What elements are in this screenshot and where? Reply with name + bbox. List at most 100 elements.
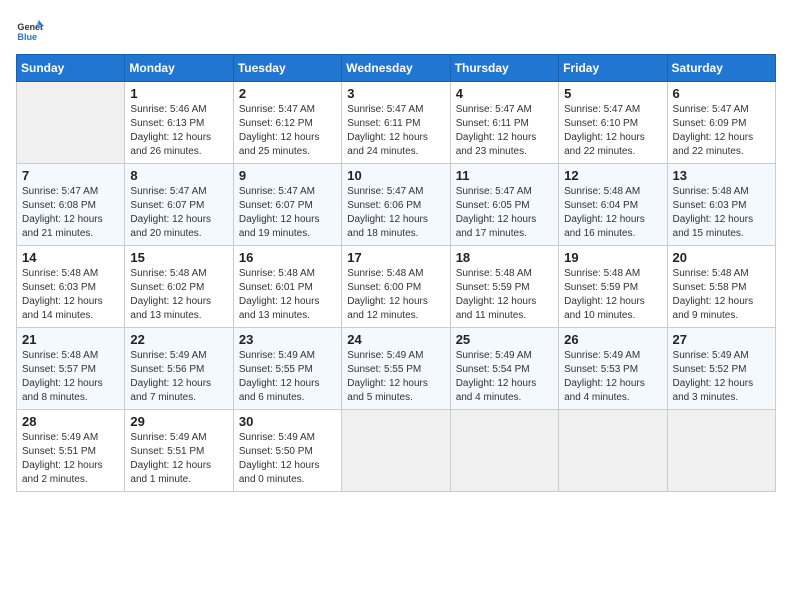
day-number: 18: [456, 250, 553, 265]
day-info: Sunrise: 5:49 AMSunset: 5:54 PMDaylight:…: [456, 349, 553, 405]
day-number: 6: [673, 86, 770, 101]
calendar-cell: 8 Sunrise: 5:47 AMSunset: 6:07 PMDayligh…: [125, 164, 233, 246]
calendar-cell: [559, 410, 667, 492]
day-info: Sunrise: 5:47 AMSunset: 6:05 PMDaylight:…: [456, 185, 553, 241]
day-info: Sunrise: 5:46 AMSunset: 6:13 PMDaylight:…: [130, 103, 227, 159]
calendar-cell: 15 Sunrise: 5:48 AMSunset: 6:02 PMDaylig…: [125, 246, 233, 328]
calendar-cell: 9 Sunrise: 5:47 AMSunset: 6:07 PMDayligh…: [233, 164, 341, 246]
day-info: Sunrise: 5:48 AMSunset: 6:02 PMDaylight:…: [130, 267, 227, 323]
calendar-cell: 13 Sunrise: 5:48 AMSunset: 6:03 PMDaylig…: [667, 164, 775, 246]
calendar-cell: 10 Sunrise: 5:47 AMSunset: 6:06 PMDaylig…: [342, 164, 450, 246]
day-number: 13: [673, 168, 770, 183]
calendar-cell: 2 Sunrise: 5:47 AMSunset: 6:12 PMDayligh…: [233, 82, 341, 164]
calendar-cell: 3 Sunrise: 5:47 AMSunset: 6:11 PMDayligh…: [342, 82, 450, 164]
logo: General Blue: [16, 16, 48, 44]
logo-icon: General Blue: [16, 16, 44, 44]
day-info: Sunrise: 5:49 AMSunset: 5:51 PMDaylight:…: [22, 431, 119, 487]
day-number: 9: [239, 168, 336, 183]
calendar-cell: [17, 82, 125, 164]
day-number: 26: [564, 332, 661, 347]
day-info: Sunrise: 5:49 AMSunset: 5:55 PMDaylight:…: [347, 349, 444, 405]
calendar-cell: 6 Sunrise: 5:47 AMSunset: 6:09 PMDayligh…: [667, 82, 775, 164]
day-info: Sunrise: 5:48 AMSunset: 6:00 PMDaylight:…: [347, 267, 444, 323]
day-number: 10: [347, 168, 444, 183]
day-info: Sunrise: 5:48 AMSunset: 5:57 PMDaylight:…: [22, 349, 119, 405]
calendar-cell: 1 Sunrise: 5:46 AMSunset: 6:13 PMDayligh…: [125, 82, 233, 164]
day-number: 22: [130, 332, 227, 347]
calendar-week-2: 7 Sunrise: 5:47 AMSunset: 6:08 PMDayligh…: [17, 164, 776, 246]
day-number: 17: [347, 250, 444, 265]
calendar-cell: 22 Sunrise: 5:49 AMSunset: 5:56 PMDaylig…: [125, 328, 233, 410]
calendar-cell: [342, 410, 450, 492]
day-number: 8: [130, 168, 227, 183]
calendar-week-5: 28 Sunrise: 5:49 AMSunset: 5:51 PMDaylig…: [17, 410, 776, 492]
day-info: Sunrise: 5:49 AMSunset: 5:50 PMDaylight:…: [239, 431, 336, 487]
weekday-header-sunday: Sunday: [17, 55, 125, 82]
day-number: 25: [456, 332, 553, 347]
day-number: 3: [347, 86, 444, 101]
day-info: Sunrise: 5:47 AMSunset: 6:07 PMDaylight:…: [239, 185, 336, 241]
calendar-cell: [667, 410, 775, 492]
day-info: Sunrise: 5:48 AMSunset: 6:04 PMDaylight:…: [564, 185, 661, 241]
day-info: Sunrise: 5:47 AMSunset: 6:11 PMDaylight:…: [347, 103, 444, 159]
calendar-cell: 23 Sunrise: 5:49 AMSunset: 5:55 PMDaylig…: [233, 328, 341, 410]
weekday-header-friday: Friday: [559, 55, 667, 82]
day-info: Sunrise: 5:49 AMSunset: 5:51 PMDaylight:…: [130, 431, 227, 487]
day-info: Sunrise: 5:48 AMSunset: 5:58 PMDaylight:…: [673, 267, 770, 323]
calendar-cell: 17 Sunrise: 5:48 AMSunset: 6:00 PMDaylig…: [342, 246, 450, 328]
calendar-cell: 27 Sunrise: 5:49 AMSunset: 5:52 PMDaylig…: [667, 328, 775, 410]
day-number: 7: [22, 168, 119, 183]
calendar-table: SundayMondayTuesdayWednesdayThursdayFrid…: [16, 54, 776, 492]
day-number: 28: [22, 414, 119, 429]
calendar-cell: 18 Sunrise: 5:48 AMSunset: 5:59 PMDaylig…: [450, 246, 558, 328]
calendar-cell: 20 Sunrise: 5:48 AMSunset: 5:58 PMDaylig…: [667, 246, 775, 328]
day-number: 20: [673, 250, 770, 265]
calendar-cell: 11 Sunrise: 5:47 AMSunset: 6:05 PMDaylig…: [450, 164, 558, 246]
calendar-cell: 12 Sunrise: 5:48 AMSunset: 6:04 PMDaylig…: [559, 164, 667, 246]
day-number: 19: [564, 250, 661, 265]
weekday-header-saturday: Saturday: [667, 55, 775, 82]
day-number: 11: [456, 168, 553, 183]
day-info: Sunrise: 5:47 AMSunset: 6:07 PMDaylight:…: [130, 185, 227, 241]
day-info: Sunrise: 5:49 AMSunset: 5:55 PMDaylight:…: [239, 349, 336, 405]
weekday-header-wednesday: Wednesday: [342, 55, 450, 82]
calendar-cell: 14 Sunrise: 5:48 AMSunset: 6:03 PMDaylig…: [17, 246, 125, 328]
calendar-week-4: 21 Sunrise: 5:48 AMSunset: 5:57 PMDaylig…: [17, 328, 776, 410]
day-info: Sunrise: 5:47 AMSunset: 6:12 PMDaylight:…: [239, 103, 336, 159]
day-number: 29: [130, 414, 227, 429]
day-number: 30: [239, 414, 336, 429]
calendar-cell: 30 Sunrise: 5:49 AMSunset: 5:50 PMDaylig…: [233, 410, 341, 492]
calendar-cell: 21 Sunrise: 5:48 AMSunset: 5:57 PMDaylig…: [17, 328, 125, 410]
calendar-cell: 16 Sunrise: 5:48 AMSunset: 6:01 PMDaylig…: [233, 246, 341, 328]
calendar-cell: 28 Sunrise: 5:49 AMSunset: 5:51 PMDaylig…: [17, 410, 125, 492]
weekday-header-monday: Monday: [125, 55, 233, 82]
day-info: Sunrise: 5:48 AMSunset: 5:59 PMDaylight:…: [564, 267, 661, 323]
calendar-cell: 24 Sunrise: 5:49 AMSunset: 5:55 PMDaylig…: [342, 328, 450, 410]
day-number: 15: [130, 250, 227, 265]
day-info: Sunrise: 5:47 AMSunset: 6:10 PMDaylight:…: [564, 103, 661, 159]
day-number: 14: [22, 250, 119, 265]
day-info: Sunrise: 5:48 AMSunset: 5:59 PMDaylight:…: [456, 267, 553, 323]
calendar-week-3: 14 Sunrise: 5:48 AMSunset: 6:03 PMDaylig…: [17, 246, 776, 328]
day-number: 12: [564, 168, 661, 183]
calendar-cell: 25 Sunrise: 5:49 AMSunset: 5:54 PMDaylig…: [450, 328, 558, 410]
day-number: 5: [564, 86, 661, 101]
day-info: Sunrise: 5:47 AMSunset: 6:06 PMDaylight:…: [347, 185, 444, 241]
calendar-cell: 19 Sunrise: 5:48 AMSunset: 5:59 PMDaylig…: [559, 246, 667, 328]
day-info: Sunrise: 5:48 AMSunset: 6:01 PMDaylight:…: [239, 267, 336, 323]
day-number: 24: [347, 332, 444, 347]
day-number: 1: [130, 86, 227, 101]
day-info: Sunrise: 5:48 AMSunset: 6:03 PMDaylight:…: [22, 267, 119, 323]
day-info: Sunrise: 5:47 AMSunset: 6:08 PMDaylight:…: [22, 185, 119, 241]
day-info: Sunrise: 5:49 AMSunset: 5:53 PMDaylight:…: [564, 349, 661, 405]
calendar-cell: 7 Sunrise: 5:47 AMSunset: 6:08 PMDayligh…: [17, 164, 125, 246]
calendar-cell: 4 Sunrise: 5:47 AMSunset: 6:11 PMDayligh…: [450, 82, 558, 164]
day-number: 23: [239, 332, 336, 347]
calendar-body: 1 Sunrise: 5:46 AMSunset: 6:13 PMDayligh…: [17, 82, 776, 492]
weekday-header-tuesday: Tuesday: [233, 55, 341, 82]
calendar-cell: [450, 410, 558, 492]
calendar-cell: 29 Sunrise: 5:49 AMSunset: 5:51 PMDaylig…: [125, 410, 233, 492]
day-number: 2: [239, 86, 336, 101]
svg-text:Blue: Blue: [17, 32, 37, 42]
day-info: Sunrise: 5:48 AMSunset: 6:03 PMDaylight:…: [673, 185, 770, 241]
